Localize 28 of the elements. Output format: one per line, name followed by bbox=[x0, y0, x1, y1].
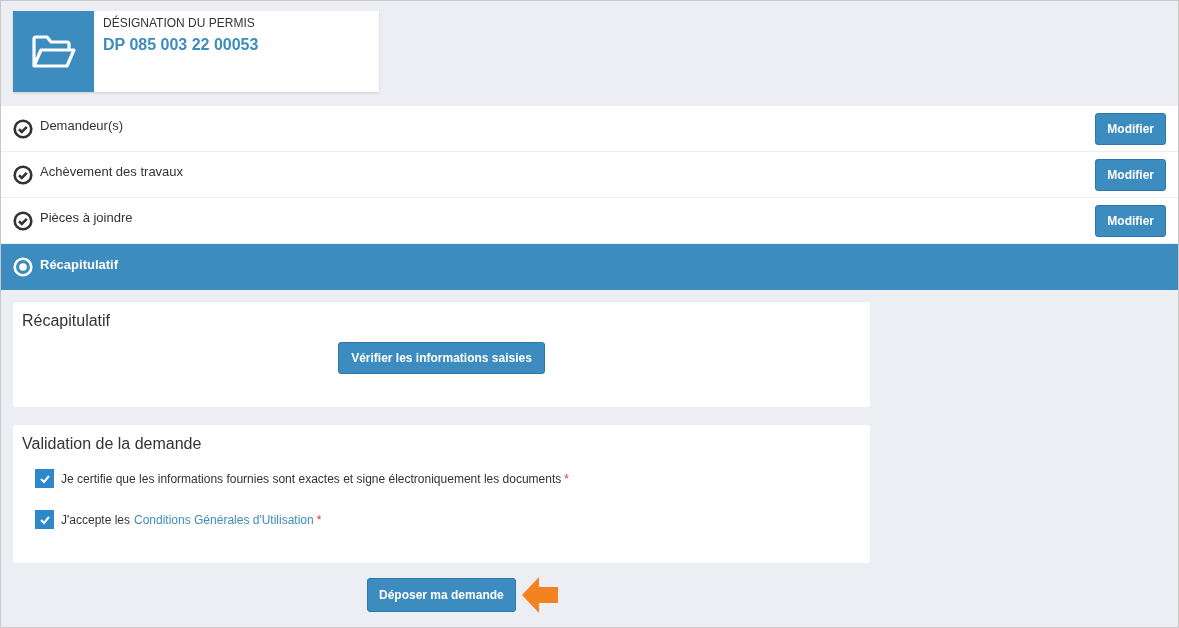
arrow-icon bbox=[519, 575, 560, 615]
modify-button[interactable]: Modifier bbox=[1095, 158, 1166, 191]
checkmark-icon bbox=[38, 473, 51, 484]
required-mark: * bbox=[316, 512, 322, 527]
required-mark: * bbox=[564, 471, 569, 486]
folder-icon bbox=[30, 33, 77, 70]
checkbox[interactable] bbox=[35, 469, 54, 488]
terms-link[interactable]: Conditions Générales d'Utilisation bbox=[134, 512, 314, 527]
step-label: Demandeur(s) bbox=[40, 118, 125, 133]
radio-circle-icon bbox=[13, 257, 33, 277]
checkbox-label: J'accepte les bbox=[61, 512, 130, 527]
checkbox[interactable] bbox=[35, 510, 54, 529]
checkbox-label: Je certifie que les informations fournies sont exactes et signe électroniquement les documents bbox=[61, 471, 562, 486]
panel-title: Récapitulatif bbox=[22, 312, 112, 330]
step-label: Récapitulatif bbox=[40, 256, 119, 272]
panel-title: Validation de la demande bbox=[22, 435, 203, 453]
permit-label: DÉSIGNATION DU PERMIS bbox=[103, 16, 256, 30]
step-label: Pièces à joindre bbox=[40, 210, 134, 225]
check-circle-icon bbox=[13, 118, 33, 139]
verify-button[interactable]: Vérifier les informations saisies bbox=[338, 342, 545, 374]
modify-button[interactable]: Modifier bbox=[1095, 112, 1166, 145]
step-label: Achèvement des travaux bbox=[40, 164, 185, 179]
modify-button[interactable]: Modifier bbox=[1095, 204, 1166, 237]
check-circle-icon bbox=[13, 164, 33, 185]
check-circle-icon bbox=[13, 210, 33, 231]
submit-button[interactable]: Déposer ma demande bbox=[367, 578, 516, 612]
checkmark-icon bbox=[38, 514, 51, 525]
permit-number: DP 085 003 22 00053 bbox=[103, 36, 259, 54]
